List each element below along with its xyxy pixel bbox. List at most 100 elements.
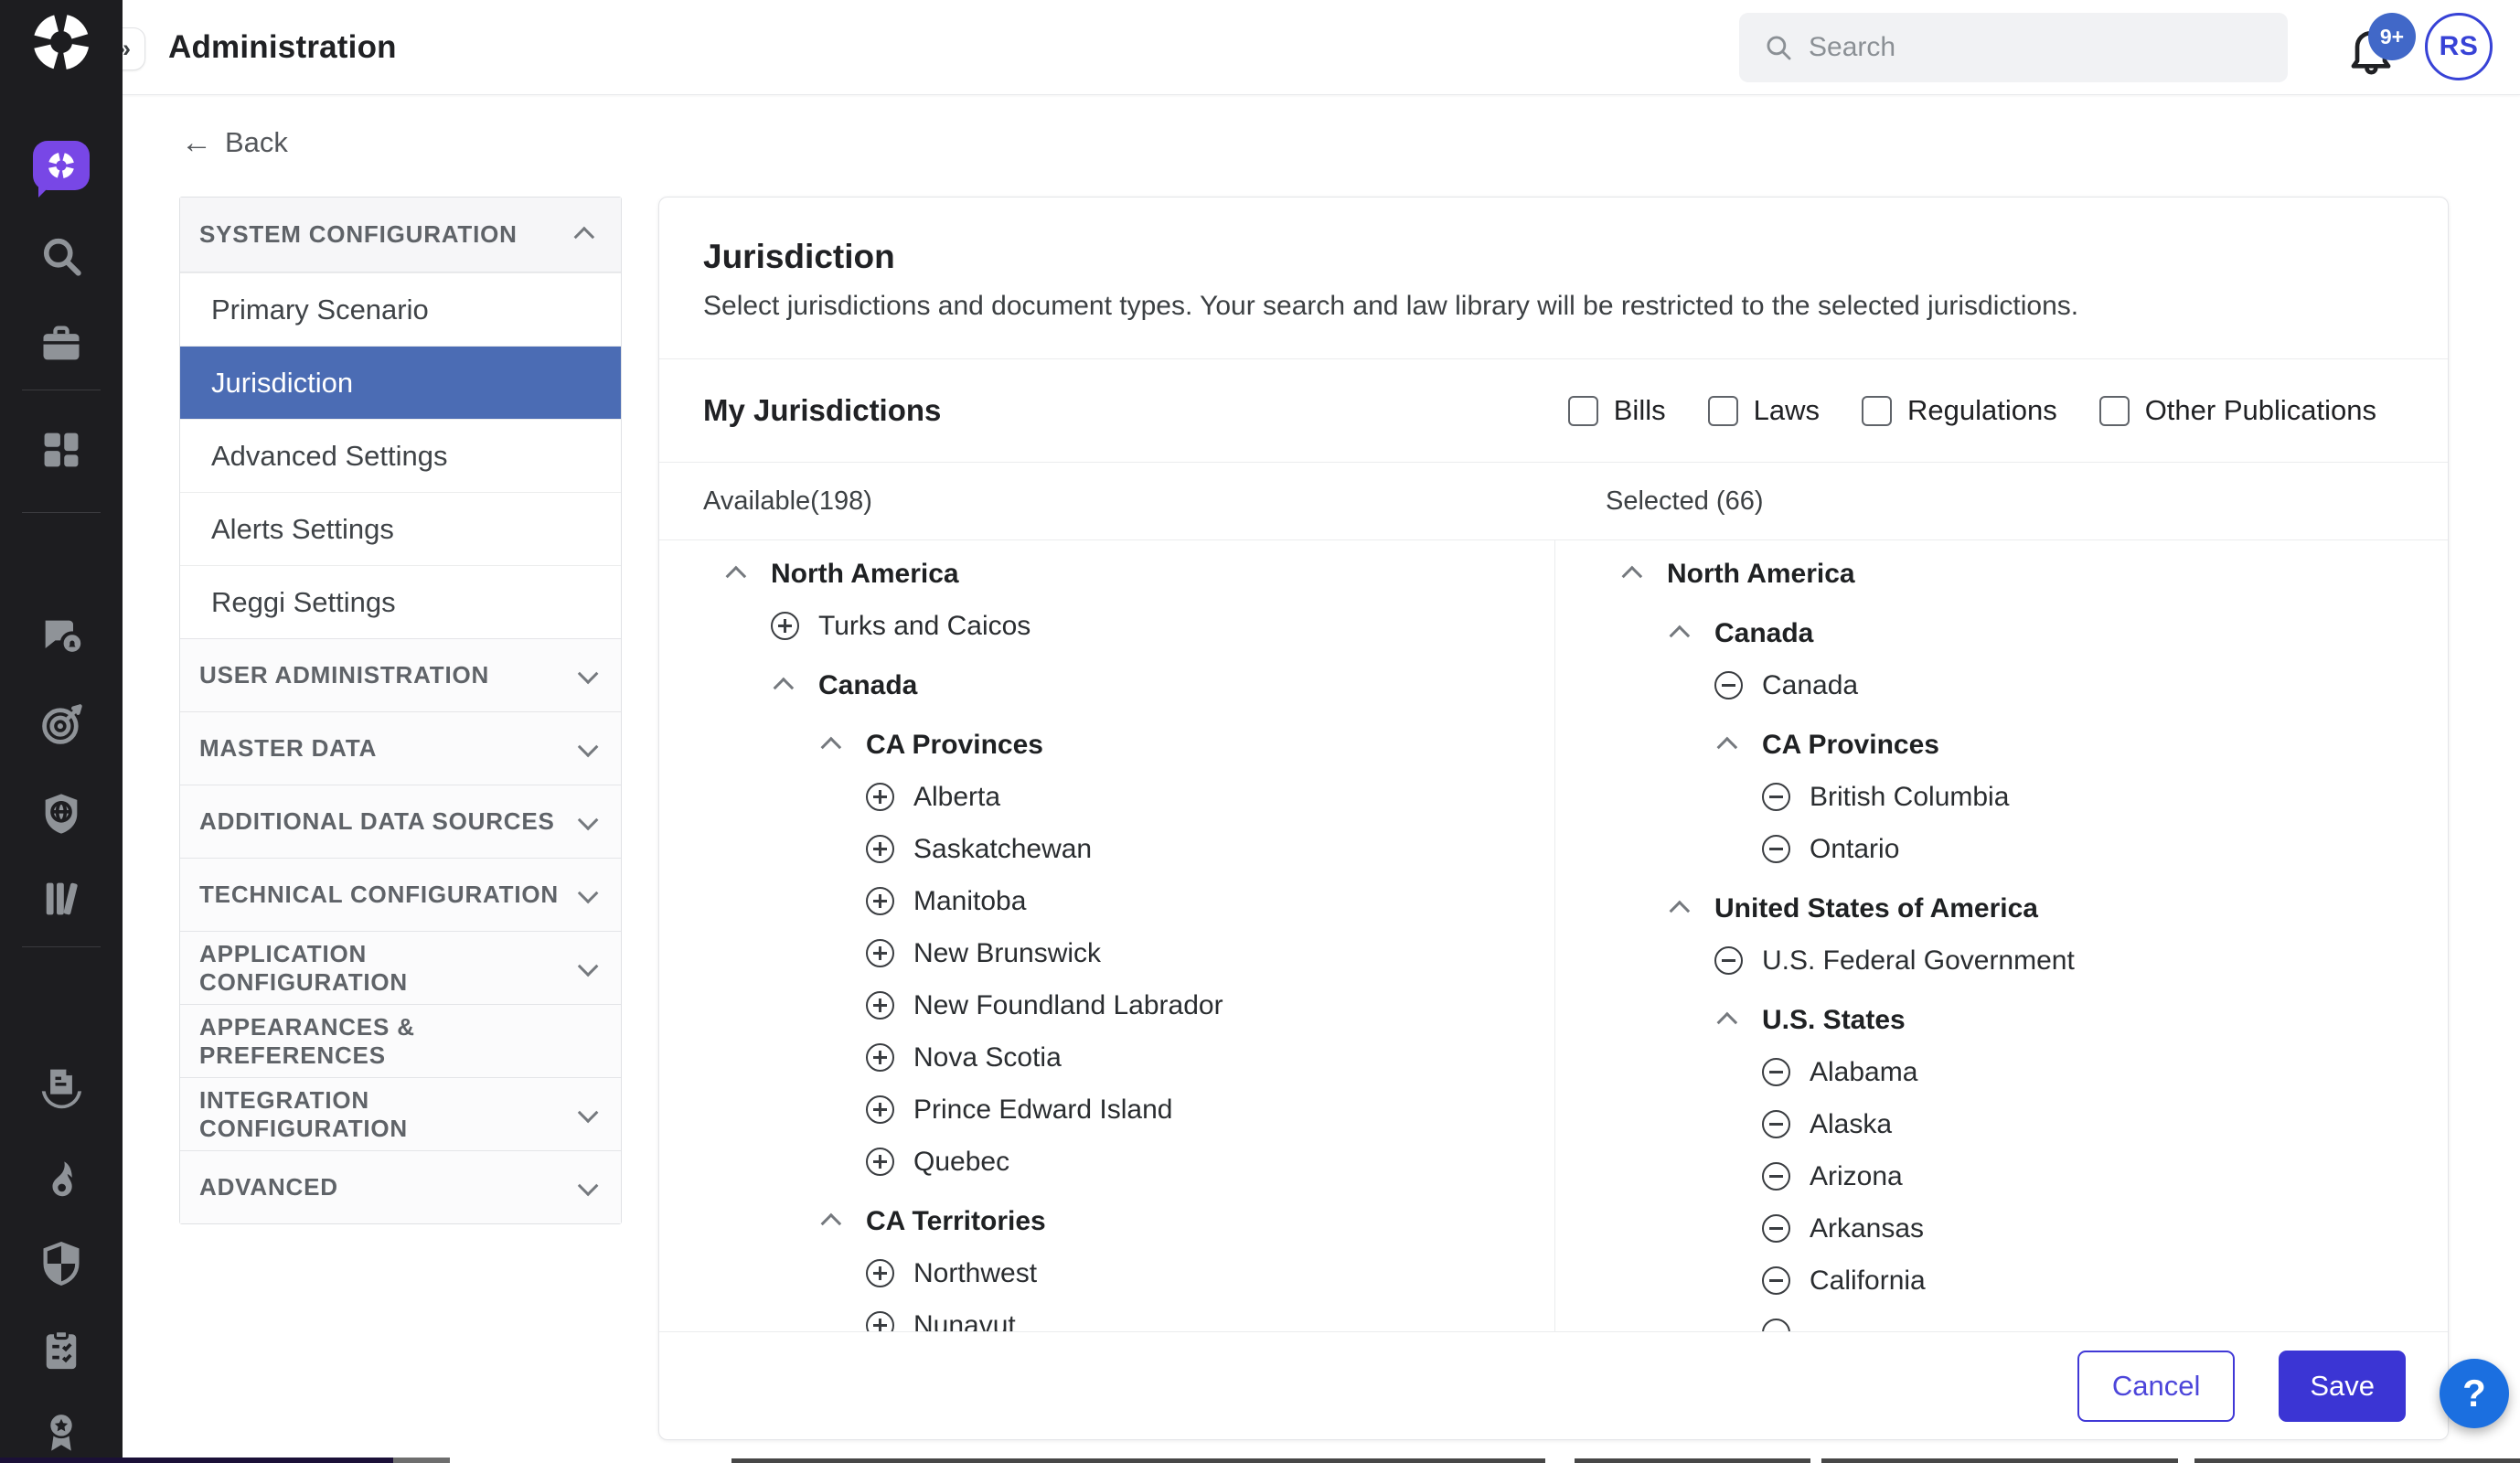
tree-node-new-foundland-labrador[interactable]: New Foundland Labrador (659, 979, 1554, 1031)
remove-icon[interactable] (1762, 835, 1790, 863)
library-icon[interactable] (37, 875, 85, 923)
add-icon[interactable] (866, 783, 894, 811)
tree-node-canada[interactable]: Canada (1555, 607, 2448, 659)
notifications-button[interactable]: 9+ (2343, 22, 2408, 88)
filter-laws[interactable]: Laws (1708, 394, 1820, 427)
globe-shield-icon[interactable] (37, 790, 85, 838)
remove-icon[interactable] (1762, 1058, 1790, 1086)
add-icon[interactable] (866, 991, 894, 1020)
tree-node-nunavut[interactable]: Nunavut (659, 1299, 1554, 1331)
remove-icon[interactable] (1762, 1266, 1790, 1295)
briefcase-icon[interactable] (37, 320, 85, 368)
remove-icon[interactable] (1714, 946, 1743, 975)
regulations-checkbox[interactable] (1862, 396, 1892, 426)
remove-icon[interactable] (1714, 671, 1743, 699)
collapse-icon[interactable] (1667, 619, 1695, 647)
remove-icon[interactable] (1762, 783, 1790, 811)
nav-section-advanced[interactable]: ADVANCED (180, 1150, 621, 1223)
nav-section-additional-data-sources[interactable]: ADDITIONAL DATA SOURCES (180, 785, 621, 858)
nav-section-application-configuration[interactable]: APPLICATION CONFIGURATION (180, 931, 621, 1004)
tree-node-united-states-of-america[interactable]: United States of America (1555, 882, 2448, 934)
dashboard-icon[interactable] (37, 426, 85, 474)
nav-section-master-data[interactable]: MASTER DATA (180, 711, 621, 785)
add-icon[interactable] (866, 1043, 894, 1072)
cancel-button[interactable]: Cancel (2077, 1351, 2236, 1422)
other-publications-checkbox[interactable] (2099, 396, 2130, 426)
sidebar-item-primary-scenario[interactable]: Primary Scenario (180, 272, 621, 346)
user-avatar[interactable]: RS (2425, 13, 2493, 80)
filter-regulations[interactable]: Regulations (1862, 394, 2057, 427)
collapse-icon[interactable] (1714, 1006, 1743, 1034)
brand-logo-icon[interactable] (30, 11, 92, 73)
nav-section-system-configuration[interactable]: SYSTEM CONFIGURATION (180, 198, 621, 272)
remove-icon[interactable] (1762, 1162, 1790, 1191)
documents-icon[interactable] (37, 1063, 85, 1110)
collapse-icon[interactable] (818, 731, 847, 759)
tree-node-turks-and-caicos[interactable]: Turks and Caicos (659, 600, 1554, 652)
collapse-icon[interactable] (771, 671, 799, 699)
sidebar-item-alerts-settings[interactable]: Alerts Settings (180, 492, 621, 565)
tree-node-alaska[interactable]: Alaska (1555, 1098, 2448, 1150)
collapse-icon[interactable] (818, 1207, 847, 1235)
collapse-icon[interactable] (723, 560, 752, 588)
add-icon[interactable] (866, 1259, 894, 1287)
sidebar-item-reggi-settings[interactable]: Reggi Settings (180, 565, 621, 638)
tree-node-northwest[interactable]: Northwest (659, 1247, 1554, 1299)
remove-icon[interactable] (1762, 1110, 1790, 1138)
filter-bills[interactable]: Bills (1568, 394, 1666, 427)
add-icon[interactable] (866, 835, 894, 863)
tree-node-u-s-federal-government[interactable]: U.S. Federal Government (1555, 934, 2448, 987)
collapse-icon[interactable] (1619, 560, 1648, 588)
checklist-icon[interactable] (37, 1327, 85, 1374)
nav-section-integration-configuration[interactable]: INTEGRATION CONFIGURATION (180, 1077, 621, 1150)
nav-section-appearances-preferences[interactable]: APPEARANCES & PREFERENCES (180, 1004, 621, 1077)
tree-node-alabama[interactable]: Alabama (1555, 1046, 2448, 1098)
tree-node-arizona[interactable]: Arizona (1555, 1150, 2448, 1202)
tree-node-saskatchewan[interactable]: Saskatchewan (659, 823, 1554, 875)
collapse-icon[interactable] (1714, 731, 1743, 759)
tree-node-north-america[interactable]: North America (1555, 548, 2448, 600)
alerts-chat-icon[interactable] (37, 613, 85, 660)
bills-checkbox[interactable] (1568, 396, 1598, 426)
nav-section-technical-configuration[interactable]: TECHNICAL CONFIGURATION (180, 858, 621, 931)
tree-node-british-columbia[interactable]: British Columbia (1555, 771, 2448, 823)
add-icon[interactable] (866, 1148, 894, 1176)
remove-icon[interactable] (1762, 1319, 1790, 1331)
tree-node-california[interactable]: California (1555, 1255, 2448, 1307)
tree-node-item[interactable] (1555, 1307, 2448, 1331)
laws-checkbox[interactable] (1708, 396, 1738, 426)
add-icon[interactable] (866, 1095, 894, 1124)
filter-other-publications[interactable]: Other Publications (2099, 394, 2376, 427)
tree-node-manitoba[interactable]: Manitoba (659, 875, 1554, 927)
remove-icon[interactable] (1762, 1214, 1790, 1243)
sidebar-item-jurisdiction[interactable]: Jurisdiction (180, 346, 621, 419)
assistant-chat-icon[interactable] (33, 141, 90, 190)
flame-icon[interactable] (37, 1158, 85, 1205)
tree-node-u-s-states[interactable]: U.S. States (1555, 994, 2448, 1046)
search-box[interactable] (1739, 13, 2288, 82)
add-icon[interactable] (866, 887, 894, 915)
back-link[interactable]: ← Back (181, 126, 288, 159)
tree-node-canada[interactable]: Canada (1555, 659, 2448, 711)
tree-node-alberta[interactable]: Alberta (659, 771, 1554, 823)
shield-check-icon[interactable] (37, 1240, 85, 1287)
tree-node-ca-provinces[interactable]: CA Provinces (659, 719, 1554, 771)
collapse-icon[interactable] (1667, 894, 1695, 923)
tree-node-ca-territories[interactable]: CA Territories (659, 1195, 1554, 1247)
tree-node-quebec[interactable]: Quebec (659, 1136, 1554, 1188)
tree-node-arkansas[interactable]: Arkansas (1555, 1202, 2448, 1255)
award-icon[interactable] (37, 1408, 85, 1456)
tree-node-prince-edward-island[interactable]: Prince Edward Island (659, 1084, 1554, 1136)
tree-node-ontario[interactable]: Ontario (1555, 823, 2448, 875)
nav-section-user-administration[interactable]: USER ADMINISTRATION (180, 638, 621, 711)
target-icon[interactable] (37, 701, 85, 749)
add-icon[interactable] (866, 1311, 894, 1331)
tree-node-north-america[interactable]: North America (659, 548, 1554, 600)
help-button[interactable]: ? (2440, 1359, 2509, 1428)
search-input[interactable] (1809, 32, 2264, 63)
sidebar-item-advanced-settings[interactable]: Advanced Settings (180, 419, 621, 492)
tree-node-canada[interactable]: Canada (659, 659, 1554, 711)
add-icon[interactable] (771, 612, 799, 640)
tree-node-ca-provinces[interactable]: CA Provinces (1555, 719, 2448, 771)
add-icon[interactable] (866, 939, 894, 967)
